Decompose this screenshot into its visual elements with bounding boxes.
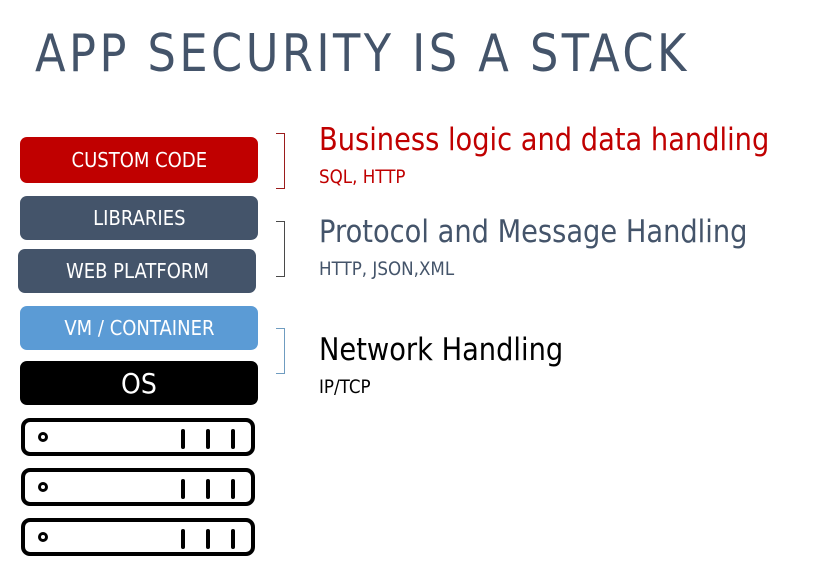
layer-label: VM / CONTAINER	[63, 316, 215, 340]
layer-os: OS	[20, 361, 258, 405]
server-icon	[21, 518, 255, 556]
group-detail-protocol: HTTP, JSON,XML	[319, 258, 455, 280]
server-icon	[21, 468, 255, 506]
layer-label: LIBRARIES	[92, 206, 186, 230]
server-slot-icon	[181, 529, 185, 549]
layer-label: OS	[121, 366, 157, 400]
layer-libraries: LIBRARIES	[20, 196, 258, 240]
server-slot-icon	[231, 529, 235, 549]
layer-vm-container: VM / CONTAINER	[20, 306, 258, 350]
bracket-protocol	[276, 221, 285, 277]
group-detail-business-logic: SQL, HTTP	[319, 166, 406, 188]
server-icon	[21, 418, 255, 456]
bracket-business-logic	[276, 133, 285, 189]
server-slot-icon	[231, 429, 235, 449]
group-heading-business-logic: Business logic and data handling	[319, 122, 770, 158]
server-slot-icon	[231, 479, 235, 499]
layer-web-platform: WEB PLATFORM	[18, 249, 256, 293]
server-led-icon	[38, 532, 48, 542]
server-led-icon	[38, 432, 48, 442]
layer-label: WEB PLATFORM	[65, 259, 209, 283]
server-slot-icon	[206, 429, 210, 449]
group-detail-network: IP/TCP	[319, 376, 371, 398]
layer-custom-code: CUSTOM CODE	[20, 137, 258, 183]
group-heading-protocol: Protocol and Message Handling	[319, 214, 748, 250]
server-led-icon	[38, 482, 48, 492]
server-slot-icon	[206, 479, 210, 499]
server-slot-icon	[181, 429, 185, 449]
slide-title: APP SECURITY IS A STACK	[35, 24, 690, 84]
layer-label: CUSTOM CODE	[71, 148, 207, 172]
group-heading-network: Network Handling	[319, 332, 564, 368]
server-slot-icon	[181, 479, 185, 499]
server-slot-icon	[206, 529, 210, 549]
bracket-network	[276, 328, 285, 374]
